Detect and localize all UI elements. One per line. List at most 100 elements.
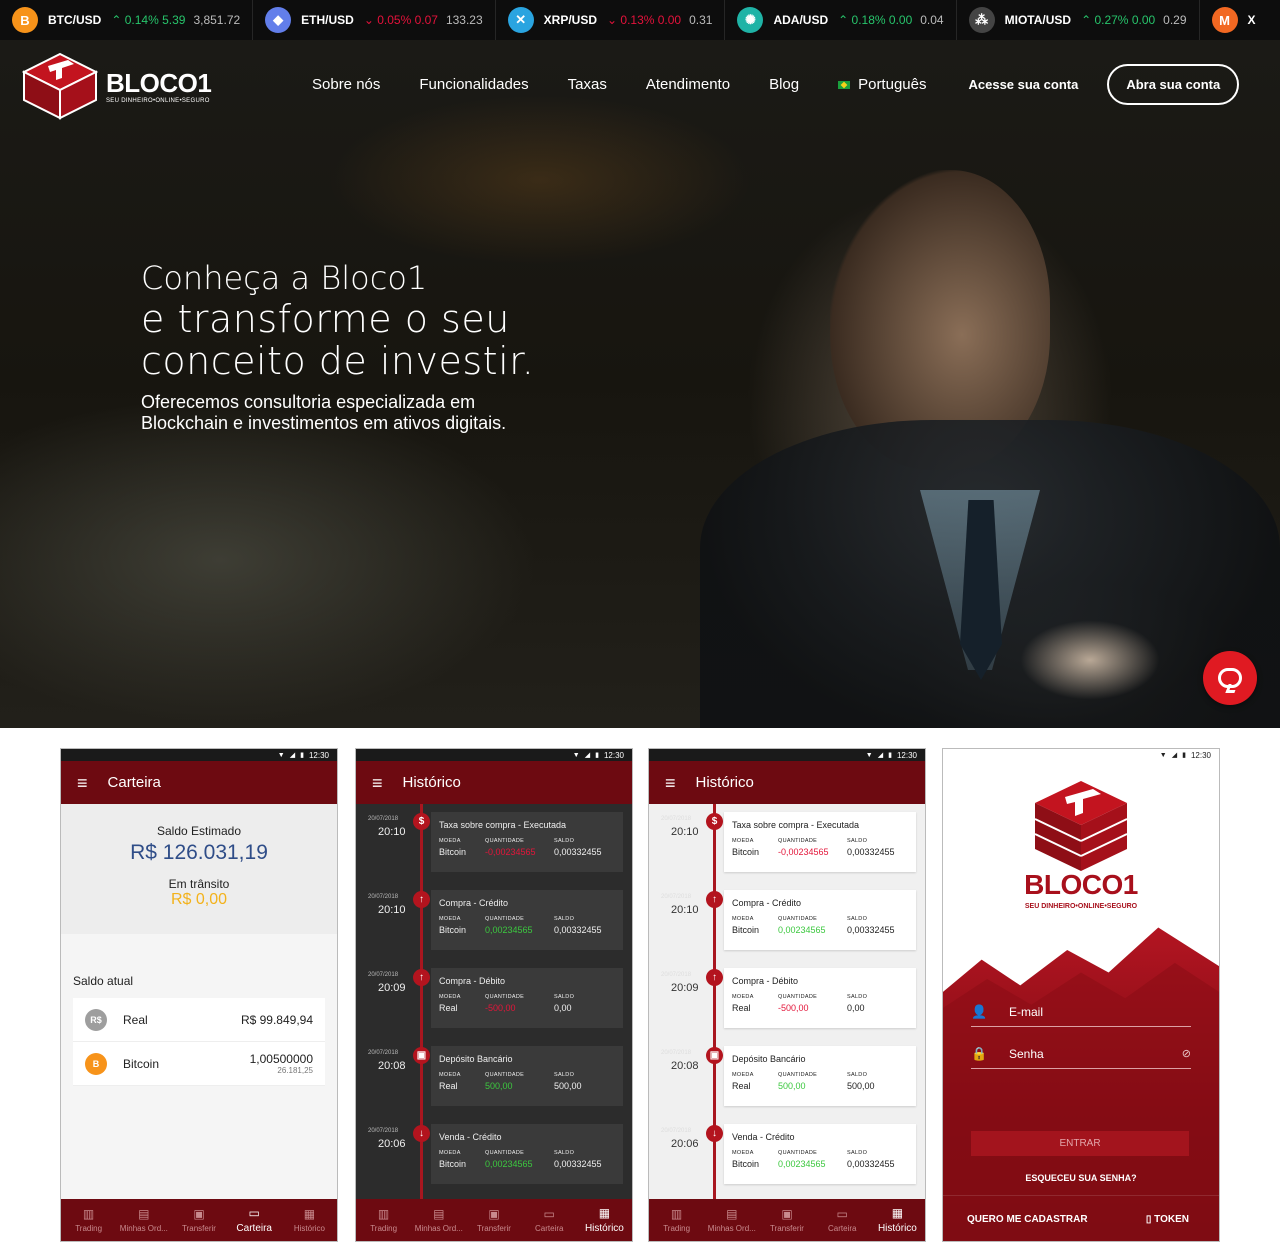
entry-title: Taxa sobre compra - Executada [439,820,567,830]
ticker-item[interactable]: ◆ ETH/USD ⌄ 0.05% 0.07 133.23 [253,0,496,40]
entry-time: 20:10 [378,904,406,916]
col-label-saldo: SALDO [847,994,868,1000]
bottom-nav-label: Minhas Ord... [119,1224,168,1233]
account-row-real[interactable]: R$ Real R$ 99.849,94 [73,998,325,1042]
col-label-saldo: SALDO [554,838,575,844]
history-entry[interactable]: 20/07/2018 20:08 ▣ Depósito Bancário MOEDA QU… [356,1046,632,1116]
password-placeholder: Senha [1009,1046,1044,1061]
bottom-nav-transferir[interactable]: ▣ Transferir [171,1199,226,1241]
hero-line-3: conceito de investir. [141,339,535,383]
entry-type-icon: ▣ [413,1047,430,1064]
bottom-nav-historico[interactable]: ▦ Histórico [577,1199,632,1241]
ticker-item[interactable]: B BTC/USD ⌃ 0.14% 5.39 3,851.72 [0,0,254,40]
entry-type-icon: ↑ [413,891,430,908]
email-field[interactable]: 👤 E-mail [971,997,1191,1027]
bottom-nav-historico[interactable]: ▦ Histórico [282,1199,337,1241]
ticker-item[interactable]: ⁂ MIOTA/USD ⌃ 0.27% 0.00 0.29 [957,0,1200,40]
entry-time: 20:08 [378,1060,406,1072]
entry-quantidade: 500,00 [485,1081,513,1091]
entry-title: Depósito Bancário [439,1054,513,1064]
ticker-item[interactable]: MX [1200,0,1278,40]
bottom-nav-label: Transferir [770,1224,804,1233]
history-entry[interactable]: 20/07/2018 20:10 $ Taxa sobre compra - Exec… [356,812,632,882]
bottom-nav-trading[interactable]: ▥ Trading [649,1199,704,1241]
bottom-nav-label: Minhas Ord... [707,1224,756,1233]
chat-button[interactable] [1203,651,1257,705]
open-account-button[interactable]: Abra sua conta [1107,63,1240,105]
password-field[interactable]: 🔒 Senha ⊘ [971,1039,1191,1069]
coin-icon: B [12,7,38,33]
wallet-icon: ▭ [248,1206,260,1220]
history-entry[interactable]: 20/07/2018 20:06 ↓ Venda - Crédito MOEDA QUAN… [649,1124,925,1194]
col-label-moeda: MOEDA [439,838,461,844]
ticker-pair: ETH/USD [301,13,354,27]
ticker-item[interactable]: ✺ ADA/USD ⌃ 0.18% 0.00 0.04 [725,0,957,40]
nav-item-taxas[interactable]: Taxas [568,76,607,93]
bottom-nav-transferir[interactable]: ▣ Transferir [466,1199,521,1241]
nav-item-blog[interactable]: Blog [769,76,799,93]
history-entry[interactable]: 20/07/2018 20:09 ↑ Compra - Débito MOEDA QUAN… [649,968,925,1038]
bottom-nav-carteira[interactable]: ▭ Carteira [815,1199,870,1241]
bottom-nav-minhas-ordens[interactable]: ▤ Minhas Ord... [704,1199,759,1241]
bottom-nav-minhas-ordens[interactable]: ▤ Minhas Ord... [411,1199,466,1241]
wifi-icon: ▼ [865,751,873,759]
register-link[interactable]: QUERO ME CADASTRAR [967,1214,1088,1225]
status-time: 12:30 [1190,750,1211,760]
account-row-bitcoin[interactable]: B Bitcoin 1,00500000 26.181,25 [73,1042,325,1086]
bottom-nav-minhas-ordens[interactable]: ▤ Minhas Ord... [116,1199,171,1241]
col-label-saldo: SALDO [847,1072,868,1078]
menu-icon[interactable]: ≡ [372,774,383,792]
history-entry[interactable]: 20/07/2018 20:10 ↑ Compra - Crédito MOEDA QUA… [356,890,632,960]
phone-carteira: ▼ ◢ ▮ 12:30 ≡ Carteira Saldo Estimado R$… [60,748,338,1242]
nav-item-funcionalidades[interactable]: Funcionalidades [419,76,528,93]
bottom-nav-carteira[interactable]: ▭ Carteira [522,1199,577,1241]
history-entry[interactable]: 20/07/2018 20:10 ↑ Compra - Crédito MOEDA QUA… [649,890,925,960]
entry-quantidade: -0,00234565 [778,847,829,857]
menu-icon[interactable]: ≡ [665,774,676,792]
history-entry[interactable]: 20/07/2018 20:08 ▣ Depósito Bancário MOEDA QU… [649,1046,925,1116]
real-icon: R$ [85,1008,107,1031]
col-label-moeda: MOEDA [732,994,754,1000]
col-label-quantidade: QUANTIDADE [485,916,525,922]
brand-name: BLOCO1 [106,68,212,98]
phone-historico-dark: ▼ ◢ ▮ 12:30 ≡ Histórico 20/07/2018 20:10 $… [355,748,633,1242]
token-button[interactable]: ▯ TOKEN [1146,1214,1189,1225]
bottom-nav-historico[interactable]: ▦ Histórico [870,1199,925,1241]
col-label-saldo: SALDO [554,916,575,922]
bottom-nav: ▥ Trading ▤ Minhas Ord... ▣ Transferir ▭ Cartei… [61,1199,337,1241]
entry-date: 20/07/2018 [368,972,399,978]
forgot-password-link[interactable]: ESQUECEU SUA SENHA? [943,1173,1219,1183]
document-icon: ▤ [433,1207,445,1221]
phone-historico-light: ▼ ◢ ▮ 12:30 ≡ Histórico 20/07/2018 20:10 $… [648,748,926,1242]
bloco1-cube-icon [22,52,98,120]
bottom-nav-trading[interactable]: ▥ Trading [356,1199,411,1241]
history-entry[interactable]: 20/07/2018 20:10 $ Taxa sobre compra - Exec… [649,812,925,882]
nav-item-atendimento[interactable]: Atendimento [646,76,730,93]
bottom-nav-carteira[interactable]: ▭ Carteira [227,1199,282,1241]
bottom-nav-transferir[interactable]: ▣ Transferir [759,1199,814,1241]
history-timeline: 20/07/2018 20:10 $ Taxa sobre compra - Exec… [356,804,632,1201]
login-submit-button[interactable]: ENTRAR [971,1131,1189,1156]
col-label-saldo: SALDO [554,994,575,1000]
history-entry[interactable]: 20/07/2018 20:06 ↓ Venda - Crédito MOEDA QUAN… [356,1124,632,1194]
bottom-nav-trading[interactable]: ▥ Trading [61,1199,116,1241]
entry-card: Compra - Crédito MOEDA QUANTIDADE SALDO Bitc… [431,890,623,950]
hero-headline: Conheça a Bloco1 e transforme o seu conc… [141,258,534,434]
hide-password-icon[interactable]: ⊘ [1182,1047,1191,1060]
entry-type-icon: $ [706,813,723,830]
language-selector[interactable]: Português [838,76,926,93]
history-entry[interactable]: 20/07/2018 20:09 ↑ Compra - Débito MOEDA QUAN… [356,968,632,1038]
login-link[interactable]: Acesse sua conta [968,77,1078,92]
bottom-nav-label: Histórico [877,1223,917,1234]
bottom-nav-label: Carteira [236,1223,272,1234]
entry-type-icon: ↑ [413,969,430,986]
bottom-nav-label: Transferir [182,1224,216,1233]
ticker-item[interactable]: ✕ XRP/USD ⌄ 0.13% 0.00 0.31 [496,0,726,40]
bloco1-logo[interactable]: BLOCO1 SEU DINHEIRO•ONLINE•SEGURO [22,52,212,122]
bottom-nav: ▥ Trading ▤ Minhas Ord... ▣ Transferir ▭ Cartei… [356,1199,632,1241]
menu-icon[interactable]: ≡ [77,774,88,792]
nav-item-sobre[interactable]: Sobre nós [312,76,380,93]
wifi-icon: ▼ [572,751,580,759]
entry-time: 20:10 [671,826,699,838]
col-label-quantidade: QUANTIDADE [778,1150,818,1156]
